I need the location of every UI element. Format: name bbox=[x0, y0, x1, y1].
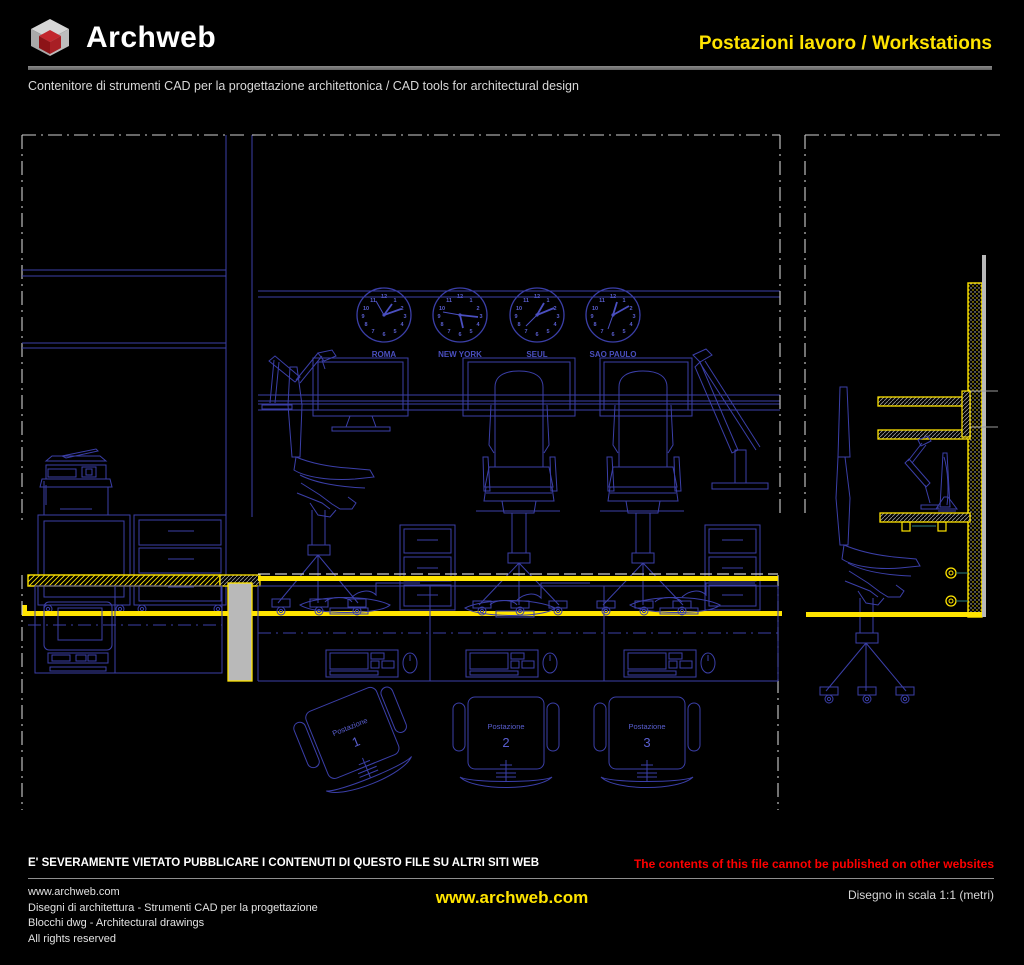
svg-text:1: 1 bbox=[469, 298, 472, 304]
clock-new-york: 12 1 2 3 4 5 6 7 8 9 10 11 bbox=[432, 287, 488, 343]
svg-text:6: 6 bbox=[611, 332, 614, 338]
floor-line-section bbox=[806, 612, 982, 617]
svg-text:3: 3 bbox=[403, 314, 406, 320]
cad-drawing-svg: 12 1 2 3 4 5 6 7 8 9 10 11 12 1 2 3 4 5 … bbox=[21, 134, 1000, 810]
header-rule-right bbox=[662, 66, 992, 70]
wall-clocks-group: 12 1 2 3 4 5 6 7 8 9 10 11 12 1 2 3 4 5 … bbox=[356, 287, 641, 359]
shelf-upper-1 bbox=[877, 396, 971, 407]
header-rule-left bbox=[28, 66, 668, 70]
desk-slab-section bbox=[879, 512, 971, 523]
clock-seul: 12 1 2 3 4 5 6 7 8 9 10 11 bbox=[509, 287, 565, 343]
plan-number-postazione-1: 1 bbox=[350, 733, 362, 750]
plan-keyboards-mice bbox=[325, 649, 716, 678]
printer-elevation-group bbox=[21, 134, 253, 614]
svg-text:8: 8 bbox=[517, 322, 520, 328]
svg-text:6: 6 bbox=[535, 332, 538, 338]
svg-text:7: 7 bbox=[371, 329, 374, 335]
cube-logo-icon bbox=[28, 16, 72, 60]
svg-text:9: 9 bbox=[514, 314, 517, 320]
svg-text:11: 11 bbox=[370, 298, 376, 304]
cad-drawing-canvas[interactable]: 12 1 2 3 4 5 6 7 8 9 10 11 12 1 2 3 4 5 … bbox=[0, 105, 1024, 840]
footer-divider bbox=[28, 878, 994, 879]
wall-outer-face bbox=[982, 255, 986, 617]
svg-text:3: 3 bbox=[632, 314, 635, 320]
page-subtitle: Contenitore di strumenti CAD per la prog… bbox=[28, 79, 579, 93]
svg-text:10: 10 bbox=[363, 306, 369, 312]
side-section-view bbox=[804, 134, 1000, 704]
svg-text:4: 4 bbox=[476, 322, 480, 328]
svg-text:11: 11 bbox=[599, 298, 605, 304]
svg-text:6: 6 bbox=[458, 332, 461, 338]
svg-text:11: 11 bbox=[446, 298, 452, 304]
plan-number-postazione-3: 3 bbox=[643, 735, 650, 750]
page-title: Postazioni lavoro / Workstations bbox=[698, 33, 992, 54]
wall-section-hatch bbox=[967, 282, 983, 618]
svg-text:5: 5 bbox=[622, 329, 625, 335]
svg-text:4: 4 bbox=[629, 322, 633, 328]
plan-number-postazione-2: 2 bbox=[502, 735, 509, 750]
svg-text:1: 1 bbox=[622, 298, 625, 304]
desk-drawer-cabinets-elevation bbox=[399, 524, 761, 611]
svg-text:2: 2 bbox=[629, 306, 632, 312]
brand-name: Archweb bbox=[86, 21, 217, 54]
svg-text:6: 6 bbox=[382, 332, 385, 338]
svg-text:8: 8 bbox=[440, 322, 443, 328]
plan-wall-strip-left bbox=[27, 574, 221, 587]
footer-info-line-3: Blocchi dwg - Architectural drawings bbox=[28, 917, 205, 929]
wall-outlets bbox=[945, 567, 968, 607]
workstation-elevation-3 bbox=[596, 348, 769, 616]
page-footer: E' SEVERAMENTE VIETATO PUBBLICARE I CONT… bbox=[0, 840, 1024, 965]
plan-label-postazione-3: Postazione bbox=[628, 722, 665, 731]
svg-text:8: 8 bbox=[364, 322, 367, 328]
svg-text:9: 9 bbox=[361, 314, 364, 320]
svg-text:8: 8 bbox=[593, 322, 596, 328]
footer-info-line-4: All rights reserved bbox=[28, 932, 117, 945]
svg-text:4: 4 bbox=[553, 322, 557, 328]
plan-label-postazione-1: Postazione bbox=[331, 716, 369, 738]
clock-sao-paulo: 12 1 2 3 4 5 6 7 8 9 10 11 bbox=[585, 287, 641, 343]
clock-roma: 12 1 2 3 4 5 6 7 8 9 10 11 bbox=[356, 287, 412, 343]
svg-text:10: 10 bbox=[439, 306, 445, 312]
svg-text:4: 4 bbox=[400, 322, 404, 328]
svg-text:5: 5 bbox=[546, 329, 549, 335]
brand-logo[interactable]: Archweb bbox=[28, 16, 216, 60]
copyright-warning-en: The contents of this file cannot be publ… bbox=[633, 857, 994, 871]
svg-text:3: 3 bbox=[556, 314, 559, 320]
svg-text:7: 7 bbox=[600, 329, 603, 335]
svg-text:1: 1 bbox=[393, 298, 396, 304]
svg-text:2: 2 bbox=[476, 306, 479, 312]
svg-text:5: 5 bbox=[393, 329, 396, 335]
page-header: Archweb Postazioni lavoro / Workstations… bbox=[0, 0, 1024, 105]
svg-text:7: 7 bbox=[447, 329, 450, 335]
svg-text:5: 5 bbox=[469, 329, 472, 335]
svg-text:10: 10 bbox=[516, 306, 522, 312]
workstation-elevation-1 bbox=[261, 349, 409, 616]
svg-text:10: 10 bbox=[592, 306, 598, 312]
svg-text:3: 3 bbox=[479, 314, 482, 320]
plan-label-postazione-2: Postazione bbox=[487, 722, 524, 731]
svg-text:1: 1 bbox=[546, 298, 549, 304]
copyright-warning-it: E' SEVERAMENTE VIETATO PUBBLICARE I CONT… bbox=[28, 857, 540, 869]
svg-text:7: 7 bbox=[524, 329, 527, 335]
plan-wall-strip-main bbox=[258, 576, 778, 581]
plan-panel-door bbox=[227, 582, 253, 682]
svg-text:9: 9 bbox=[590, 314, 593, 320]
svg-text:11: 11 bbox=[523, 298, 529, 304]
scale-note: Disegno in scala 1:1 (metri) bbox=[847, 888, 994, 902]
svg-text:9: 9 bbox=[437, 314, 440, 320]
